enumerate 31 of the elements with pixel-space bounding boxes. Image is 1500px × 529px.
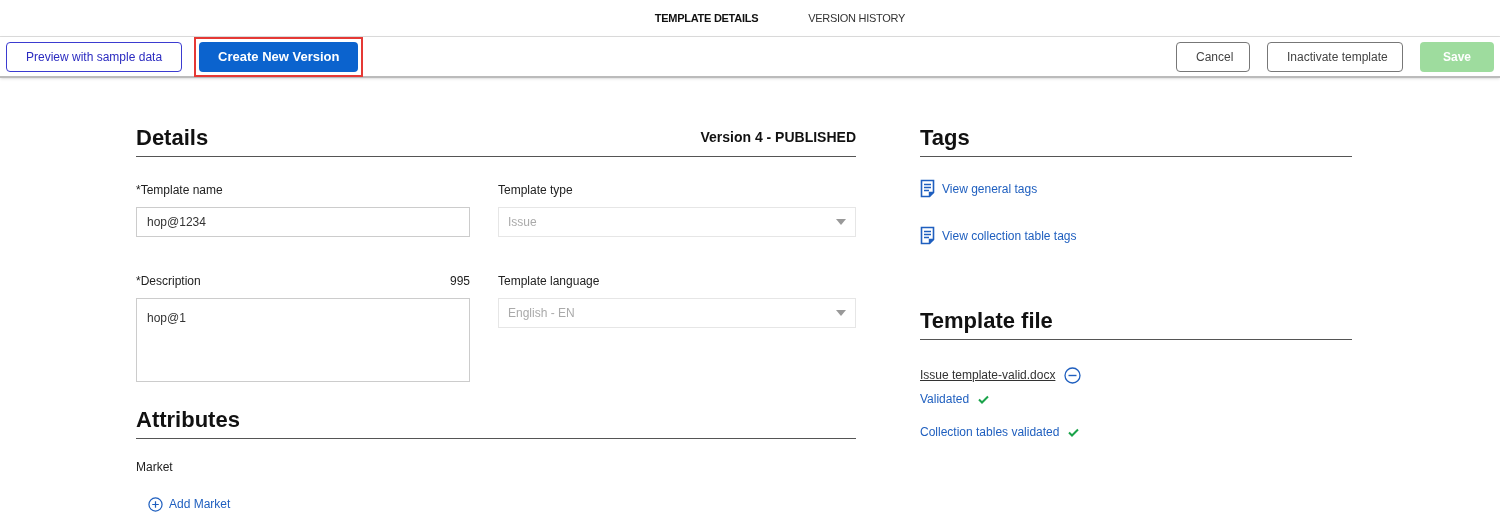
document-icon — [920, 226, 935, 245]
section-heading: Tags — [920, 124, 970, 152]
field-label: Template type — [498, 182, 574, 197]
character-counter: 995 — [449, 273, 470, 288]
tab[interactable]: VERSION HISTORY — [808, 0, 906, 36]
description-field[interactable]: hop@1 — [136, 298, 470, 382]
add-market-link[interactable]: Add Market — [148, 495, 231, 513]
version-status: Version 4 - PUBLISHED — [700, 128, 856, 147]
caret-icon — [836, 219, 846, 225]
field-label: *Template name — [136, 182, 223, 197]
section-heading: Details — [136, 124, 209, 152]
remove-icon[interactable] — [1064, 366, 1082, 384]
toolbar-button[interactable]: Inactivate template — [1266, 41, 1403, 72]
section-heading: Attributes — [136, 406, 240, 434]
toolbar-button[interactable]: Cancel — [1175, 41, 1250, 72]
plus-circle-icon — [148, 496, 163, 512]
field-label: Template language — [498, 273, 601, 288]
caret-icon — [836, 310, 846, 316]
section-heading: Template file — [920, 307, 1053, 335]
validation-status: Collection tables validated — [920, 424, 1060, 441]
toolbar-button[interactable]: Preview with sample data — [6, 41, 183, 72]
tags-link[interactable]: View general tags — [920, 179, 1038, 198]
tags-link[interactable]: View collection table tags — [920, 226, 1077, 245]
field-label: Market — [136, 459, 174, 476]
create-version-button[interactable]: Create New Version — [199, 41, 359, 72]
document-icon — [920, 179, 935, 198]
field-label: *Description — [136, 273, 201, 288]
tab[interactable]: TEMPLATE DETAILS — [654, 0, 759, 36]
input-field[interactable]: hop@1234 — [136, 207, 470, 237]
file-link[interactable]: Issue template-valid.docx — [920, 366, 1056, 384]
validation-status: Validated — [920, 391, 970, 408]
